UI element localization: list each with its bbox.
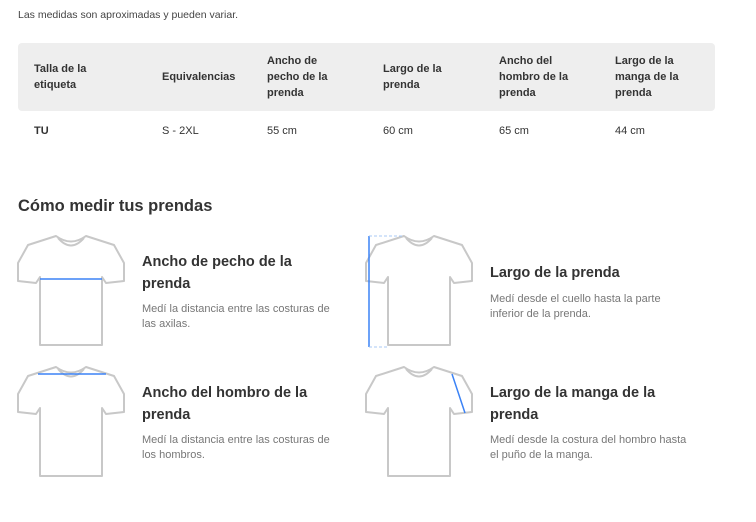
header-length: Largo de la prenda — [383, 63, 442, 91]
cell-size: TU — [34, 125, 49, 137]
cell-sleeve-length: 44 cm — [615, 125, 645, 137]
shirt-sleeve-measure-icon — [365, 366, 473, 477]
header-size-label: Talla de la etiqueta — [34, 63, 87, 91]
cell-shoulder-width: 65 cm — [499, 125, 529, 137]
header-sleeve-length: Largo de la manga de la prenda — [615, 55, 679, 99]
cell-chest-width: 55 cm — [267, 125, 297, 137]
card-title-shoulder: Ancho del hombro de la prenda — [142, 385, 308, 423]
table-row: TU S - 2XL 55 cm 60 cm 65 cm 44 cm — [18, 111, 715, 151]
size-table: Talla de la etiqueta Equivalencias Ancho… — [18, 43, 715, 151]
card-title-chest: Ancho de pecho de la prenda — [142, 254, 292, 292]
card-desc-length: Medí desde el cuello hasta la parte infe… — [490, 293, 661, 320]
card-title-length: Largo de la prenda — [490, 265, 620, 281]
card-title-sleeve: Largo de la manga de la prenda — [490, 385, 656, 423]
disclaimer-note: Las medidas son aproximadas y pueden var… — [18, 9, 239, 21]
shirt-shoulder-measure-icon — [17, 366, 125, 477]
header-chest-width: Ancho de pecho de la prenda — [267, 55, 328, 99]
header-shoulder-width: Ancho del hombro de la prenda — [499, 55, 569, 99]
shirt-length-measure-icon — [365, 235, 473, 348]
shirt-chest-measure-icon — [17, 235, 125, 346]
cell-equivalence: S - 2XL — [162, 125, 199, 137]
how-to-measure-title: Cómo medir tus prendas — [18, 197, 213, 215]
size-table-header: Talla de la etiqueta Equivalencias Ancho… — [18, 43, 715, 111]
header-equivalences: Equivalencias — [162, 71, 236, 83]
card-desc-shoulder: Medí la distancia entre las costuras de … — [142, 434, 330, 461]
cell-length: 60 cm — [383, 125, 413, 137]
card-desc-chest: Medí la distancia entre las costuras de … — [142, 303, 330, 330]
card-desc-sleeve: Medí desde la costura del hombro hasta e… — [490, 434, 687, 461]
